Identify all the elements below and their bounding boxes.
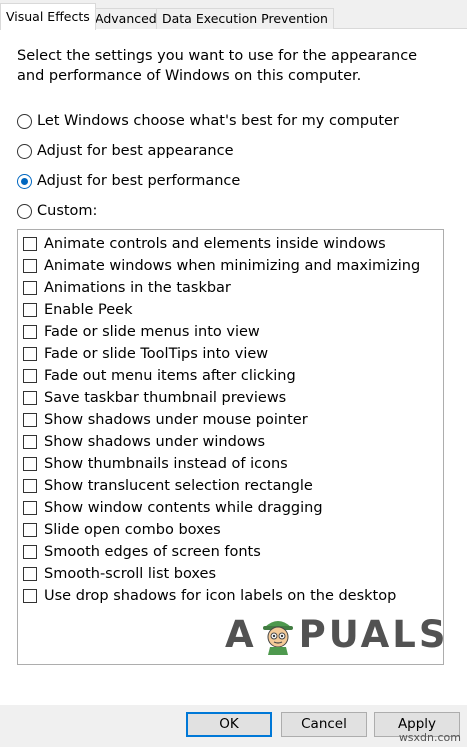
list-item[interactable]: Fade or slide ToolTips into view bbox=[23, 343, 268, 365]
tab-visual-effects[interactable]: Visual Effects bbox=[0, 3, 96, 30]
checkbox[interactable] bbox=[23, 369, 37, 383]
checkbox[interactable] bbox=[23, 501, 37, 515]
checkbox-label: Smooth-scroll list boxes bbox=[44, 566, 217, 582]
radio-best-performance[interactable]: Adjust for best performance bbox=[17, 170, 240, 192]
checkbox-label: Animate windows when minimizing and maxi… bbox=[44, 258, 421, 274]
visual-effects-list[interactable]: Animate controls and elements inside win… bbox=[17, 229, 444, 665]
checkbox[interactable] bbox=[23, 589, 37, 603]
checkbox[interactable] bbox=[23, 391, 37, 405]
description-text: Select the settings you want to use for … bbox=[17, 48, 418, 84]
checkbox[interactable] bbox=[23, 567, 37, 581]
checkbox-label: Enable Peek bbox=[44, 302, 133, 318]
radio-label: Let Windows choose what's best for my co… bbox=[37, 113, 399, 129]
watermark-letter-a: A bbox=[225, 612, 257, 656]
cancel-button[interactable]: Cancel bbox=[281, 712, 367, 737]
radio-button[interactable] bbox=[17, 203, 32, 219]
radio-custom[interactable]: Custom: bbox=[17, 200, 97, 222]
tab-strip: Visual Effects Advanced Data Execution P… bbox=[0, 0, 467, 30]
checkbox-label: Show window contents while dragging bbox=[44, 500, 323, 516]
appuals-watermark-logo: A PUALS bbox=[225, 612, 446, 656]
checkbox-label: Fade or slide menus into view bbox=[44, 324, 260, 340]
radio-label: Adjust for best appearance bbox=[37, 143, 234, 159]
visual-effects-panel: Select the settings you want to use for … bbox=[0, 29, 467, 705]
checkbox-label: Slide open combo boxes bbox=[44, 522, 221, 538]
checkbox[interactable] bbox=[23, 259, 37, 273]
dialog-footer: OK Cancel Apply wsxdn.com bbox=[0, 705, 467, 747]
checkbox-label: Show thumbnails instead of icons bbox=[44, 456, 288, 472]
checkbox[interactable] bbox=[23, 523, 37, 537]
checkbox[interactable] bbox=[23, 325, 37, 339]
list-item[interactable]: Save taskbar thumbnail previews bbox=[23, 387, 286, 409]
checkbox-label: Animate controls and elements inside win… bbox=[44, 236, 386, 252]
checkbox-label: Fade out menu items after clicking bbox=[44, 368, 296, 384]
list-item[interactable]: Show thumbnails instead of icons bbox=[23, 453, 288, 475]
watermark-letters-puals: PUALS bbox=[298, 612, 449, 656]
checkbox-label: Show translucent selection rectangle bbox=[44, 478, 313, 494]
radio-best-appearance[interactable]: Adjust for best appearance bbox=[17, 140, 234, 162]
list-item[interactable]: Fade out menu items after clicking bbox=[23, 365, 296, 387]
list-item[interactable]: Smooth-scroll list boxes bbox=[23, 563, 216, 585]
checkbox[interactable] bbox=[23, 457, 37, 471]
radio-button[interactable] bbox=[17, 113, 32, 129]
checkbox-label: Smooth edges of screen fonts bbox=[44, 544, 261, 560]
checkbox-label: Save taskbar thumbnail previews bbox=[44, 390, 287, 406]
checkbox[interactable] bbox=[23, 281, 37, 295]
list-item[interactable]: Fade or slide menus into view bbox=[23, 321, 260, 343]
mascot-icon bbox=[262, 621, 293, 655]
tab-advanced[interactable]: Advanced bbox=[89, 8, 163, 29]
radio-button-selected[interactable] bbox=[17, 173, 32, 189]
checkbox[interactable] bbox=[23, 413, 37, 427]
checkbox[interactable] bbox=[23, 347, 37, 361]
checkbox[interactable] bbox=[23, 435, 37, 449]
tab-data-execution-prevention[interactable]: Data Execution Prevention bbox=[156, 8, 334, 29]
list-item[interactable]: Animations in the taskbar bbox=[23, 277, 231, 299]
checkbox-label: Show shadows under windows bbox=[44, 434, 266, 450]
list-item[interactable]: Enable Peek bbox=[23, 299, 132, 321]
radio-let-windows-choose[interactable]: Let Windows choose what's best for my co… bbox=[17, 110, 399, 132]
list-item[interactable]: Animate controls and elements inside win… bbox=[23, 233, 386, 255]
list-item[interactable]: Smooth edges of screen fonts bbox=[23, 541, 261, 563]
checkbox-label: Fade or slide ToolTips into view bbox=[44, 346, 269, 362]
list-item[interactable]: Show shadows under mouse pointer bbox=[23, 409, 308, 431]
radio-label: Adjust for best performance bbox=[37, 173, 241, 189]
radio-label: Custom: bbox=[37, 203, 98, 219]
checkbox[interactable] bbox=[23, 237, 37, 251]
list-item[interactable]: Show translucent selection rectangle bbox=[23, 475, 313, 497]
radio-button[interactable] bbox=[17, 143, 32, 159]
checkbox[interactable] bbox=[23, 479, 37, 493]
checkbox[interactable] bbox=[23, 303, 37, 317]
checkbox-label: Show shadows under mouse pointer bbox=[44, 412, 308, 428]
list-item[interactable]: Show window contents while dragging bbox=[23, 497, 323, 519]
source-watermark: wsxdn.com bbox=[398, 731, 461, 744]
ok-button[interactable]: OK bbox=[186, 712, 272, 737]
list-item[interactable]: Slide open combo boxes bbox=[23, 519, 221, 541]
list-item[interactable]: Animate windows when minimizing and maxi… bbox=[23, 255, 420, 277]
checkbox-label: Use drop shadows for icon labels on the … bbox=[44, 588, 397, 604]
checkbox[interactable] bbox=[23, 545, 37, 559]
checkbox-label: Animations in the taskbar bbox=[44, 280, 231, 296]
list-item[interactable]: Show shadows under windows bbox=[23, 431, 265, 453]
list-item[interactable]: Use drop shadows for icon labels on the … bbox=[23, 585, 396, 607]
